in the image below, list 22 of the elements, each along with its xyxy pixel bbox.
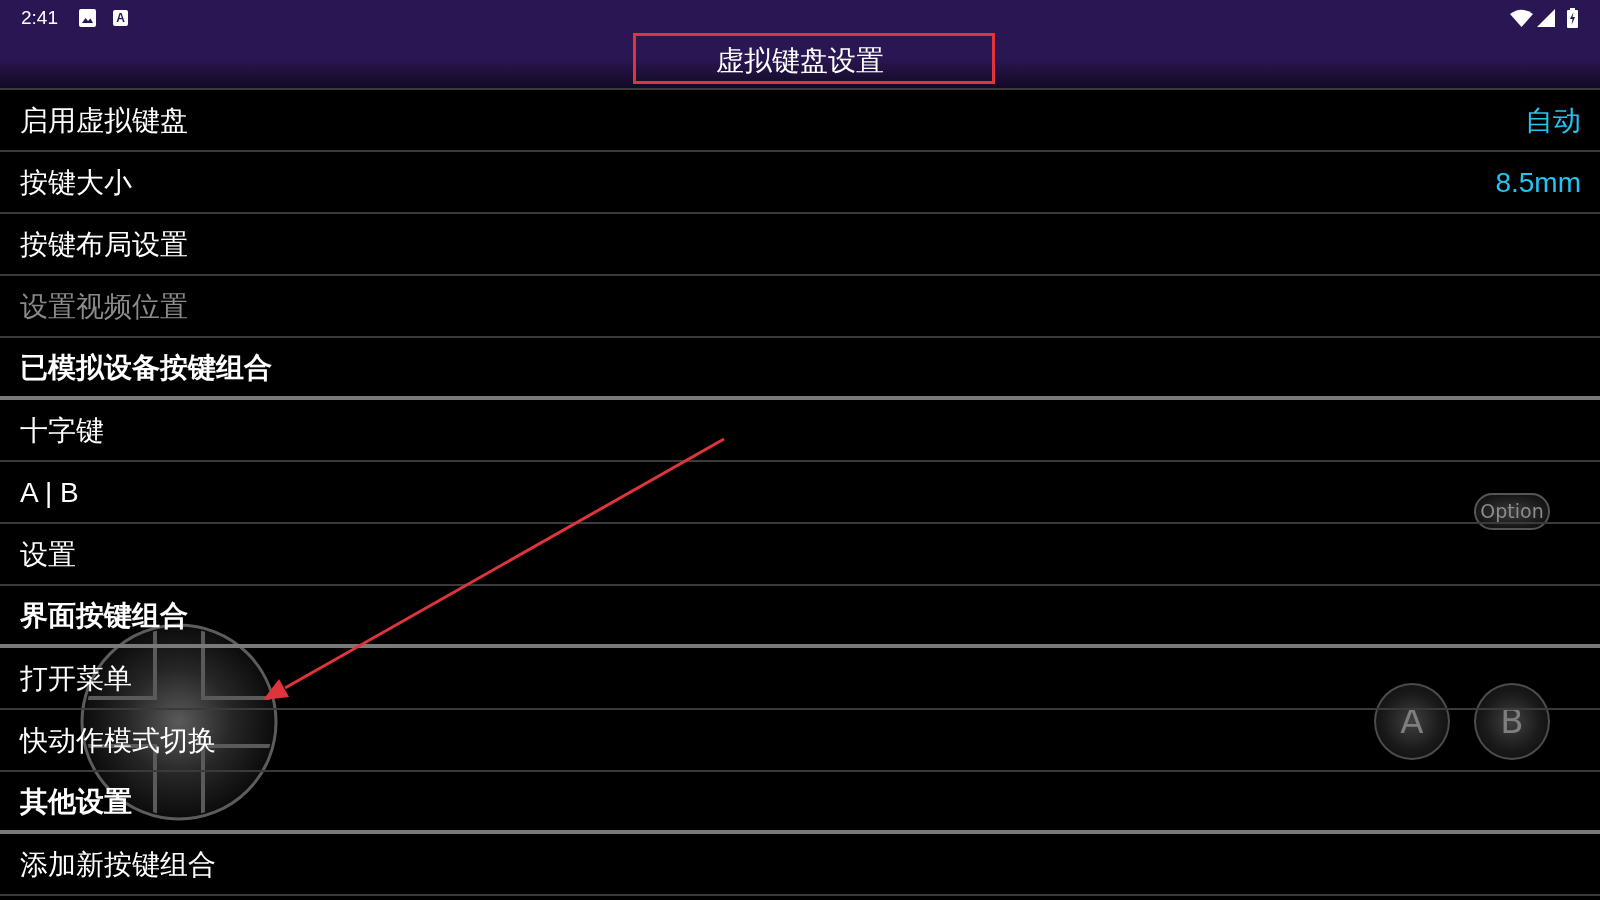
input-method-indicator: A xyxy=(113,10,128,26)
setting-item[interactable]: 启用虚拟键盘 xyxy=(20,103,188,138)
setting-item[interactable]: 设置 xyxy=(20,537,76,572)
setting-item[interactable]: 按键大小 xyxy=(20,165,132,200)
setting-item[interactable]: 按键布局设置 xyxy=(20,227,188,262)
image-icon xyxy=(79,9,96,27)
status-time: 2:41 xyxy=(21,8,58,28)
setting-item[interactable]: 快动作模式切换 xyxy=(20,723,216,758)
section-header: 已模拟设备按键组合 xyxy=(20,350,272,385)
setting-value: 8.5mm xyxy=(1495,165,1581,200)
window-title: 虚拟键盘设置 xyxy=(633,33,995,84)
setting-item[interactable]: 十字键 xyxy=(20,413,104,448)
battery-charging-icon xyxy=(1567,8,1578,28)
signal-icon xyxy=(1537,9,1555,27)
setting-item[interactable]: 添加新按键组合 xyxy=(20,847,216,882)
section-header: 其他设置 xyxy=(20,784,132,819)
wifi-icon xyxy=(1510,9,1533,27)
setting-value: 自动 xyxy=(1525,103,1581,138)
section-header: 界面按键组合 xyxy=(20,598,188,633)
setting-item[interactable]: 打开菜单 xyxy=(20,661,132,696)
option-button[interactable]: Option xyxy=(1474,493,1550,530)
setting-item[interactable]: A | B xyxy=(20,475,79,510)
